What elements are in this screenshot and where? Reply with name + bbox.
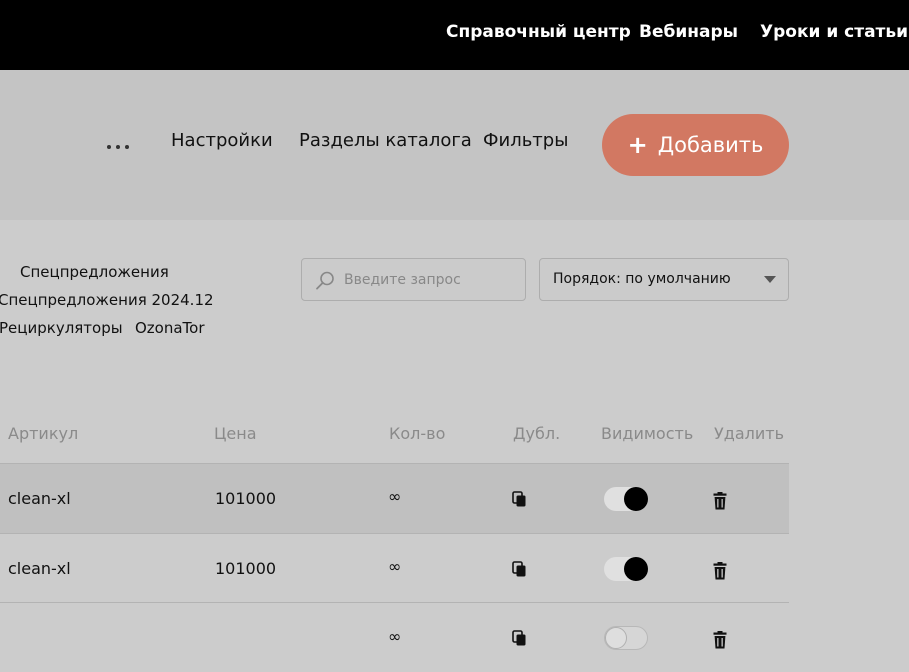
column-header-visibility: Видимость <box>601 424 694 443</box>
table-row: clean-xl 101000 ∞ <box>0 533 789 603</box>
help-center-link[interactable]: Справочный центр <box>446 22 631 42</box>
category-special-offers[interactable]: Спецпредложения <box>20 263 169 281</box>
top-navbar: Справочный центр Вебинары Уроки и статьи <box>0 0 909 70</box>
column-header-price[interactable]: Цена <box>214 424 257 443</box>
lessons-articles-link[interactable]: Уроки и статьи <box>760 22 908 42</box>
add-button-label: Добавить <box>657 133 764 157</box>
catalog-sections-link[interactable]: Разделы каталога <box>299 130 472 151</box>
trash-icon[interactable] <box>713 562 727 580</box>
add-button[interactable]: + Добавить <box>602 114 789 176</box>
duplicate-icon[interactable] <box>512 491 528 509</box>
table-row: ∞ <box>0 602 789 672</box>
cell-sku[interactable]: clean-xl <box>8 489 71 508</box>
visibility-toggle[interactable] <box>604 557 648 581</box>
plus-icon: + <box>627 131 648 159</box>
cell-qty[interactable]: ∞ <box>388 627 401 646</box>
chevron-down-icon <box>764 276 776 283</box>
settings-link[interactable]: Настройки <box>171 130 273 151</box>
column-header-sku[interactable]: Артикул <box>8 424 78 443</box>
category-ozonator[interactable]: OzonaTor <box>135 319 205 337</box>
trash-icon[interactable] <box>713 492 727 510</box>
cell-sku[interactable]: clean-xl <box>8 559 71 578</box>
cell-qty[interactable]: ∞ <box>388 487 401 506</box>
visibility-toggle[interactable] <box>604 487 648 511</box>
search-icon <box>316 271 334 290</box>
column-header-duplicate: Дубл. <box>513 424 561 443</box>
cell-price[interactable]: 101000 <box>215 559 276 578</box>
table-row: clean-xl 101000 ∞ <box>0 463 789 533</box>
search-field[interactable] <box>301 258 526 301</box>
webinars-link[interactable]: Вебинары <box>639 22 738 42</box>
catalog-toolbar: Настройки Разделы каталога Фильтры + Доб… <box>0 70 909 220</box>
search-input[interactable] <box>342 269 517 291</box>
trash-icon[interactable] <box>713 631 727 649</box>
sort-select[interactable]: Порядок: по умолчанию <box>539 258 789 301</box>
sort-select-value: Порядок: по умолчанию <box>553 271 731 287</box>
category-recirculators[interactable]: Рециркуляторы <box>0 319 123 337</box>
category-special-offers-2024-12[interactable]: Спецпредложения 2024.12 <box>0 291 214 309</box>
cell-qty[interactable]: ∞ <box>388 557 401 576</box>
column-header-qty[interactable]: Кол-во <box>389 424 445 443</box>
duplicate-icon[interactable] <box>512 630 528 648</box>
column-header-delete: Удалить <box>714 424 784 443</box>
more-icon[interactable] <box>104 136 134 156</box>
cell-price[interactable]: 101000 <box>215 489 276 508</box>
duplicate-icon[interactable] <box>512 561 528 579</box>
filters-link[interactable]: Фильтры <box>483 130 568 151</box>
visibility-toggle[interactable] <box>604 626 648 650</box>
